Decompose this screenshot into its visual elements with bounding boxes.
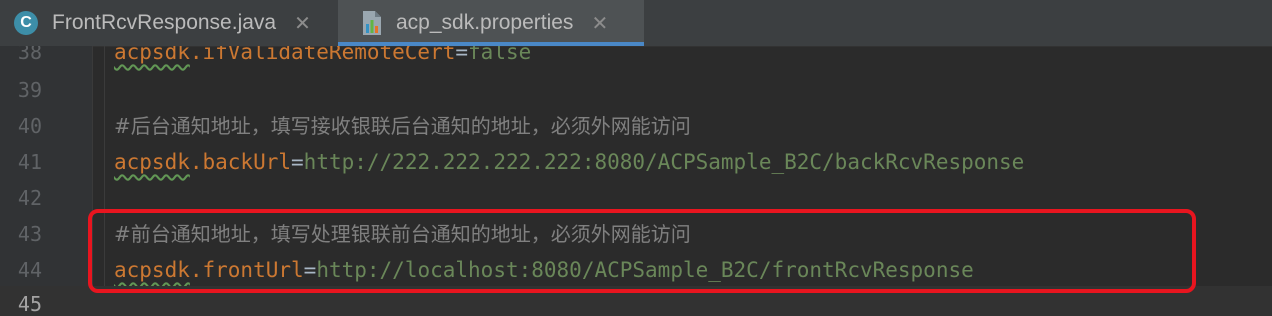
comment-text: #后台通知地址，填写接收银联后台通知的地址，必须外网能访问	[114, 114, 691, 138]
close-icon[interactable]: ✕	[294, 11, 311, 36]
line-number: 41	[17, 150, 42, 174]
property-entry: acpsdk.ifValidateRemoteCert=false	[114, 46, 531, 70]
equals-sign: =	[291, 150, 304, 174]
code-editor[interactable]: 38 acpsdk.ifValidateRemoteCert=false 39 …	[0, 46, 1272, 316]
code-line[interactable]: 41 acpsdk.backUrl=http://222.222.222.222…	[0, 144, 1272, 180]
property-key-name: .ifValidateRemoteCert	[189, 46, 456, 64]
red-highlight-annotation	[88, 209, 1196, 293]
code-line[interactable]: 40 #后台通知地址，填写接收银联后台通知的地址，必须外网能访问	[0, 108, 1272, 144]
line-number: 45	[17, 292, 42, 316]
properties-file-icon	[363, 11, 381, 35]
tab-label: acp_sdk.properties	[396, 11, 574, 34]
line-number: 40	[17, 114, 42, 138]
equals-sign: =	[455, 46, 469, 64]
line-number: 43	[17, 222, 42, 246]
code-line[interactable]: 39	[0, 72, 1272, 108]
property-key-namespace: acpsdk	[114, 150, 190, 174]
line-number: 39	[17, 78, 42, 102]
line-number: 38	[17, 46, 42, 64]
tab-front-rcv-response-java[interactable]: C FrontRcvResponse.java ✕	[0, 0, 338, 46]
java-class-icon: C	[14, 11, 38, 35]
property-value: http://222.222.222.222:8080/ACPSample_B2…	[303, 150, 1025, 174]
line-number: 42	[17, 186, 42, 210]
property-key-name: .backUrl	[189, 150, 292, 174]
property-key-namespace: acpsdk	[114, 46, 190, 64]
property-value: false	[468, 46, 532, 64]
editor-tab-bar: C FrontRcvResponse.java ✕ acp_sdk.proper…	[0, 0, 1272, 47]
close-icon[interactable]: ✕	[591, 11, 608, 36]
line-number: 44	[17, 258, 42, 282]
tab-label: FrontRcvResponse.java	[52, 11, 277, 34]
code-line[interactable]: 38 acpsdk.ifValidateRemoteCert=false	[0, 46, 1272, 70]
property-entry: acpsdk.backUrl=http://222.222.222.222:80…	[114, 144, 1024, 180]
tab-acp-sdk-properties[interactable]: acp_sdk.properties ✕	[338, 0, 644, 46]
